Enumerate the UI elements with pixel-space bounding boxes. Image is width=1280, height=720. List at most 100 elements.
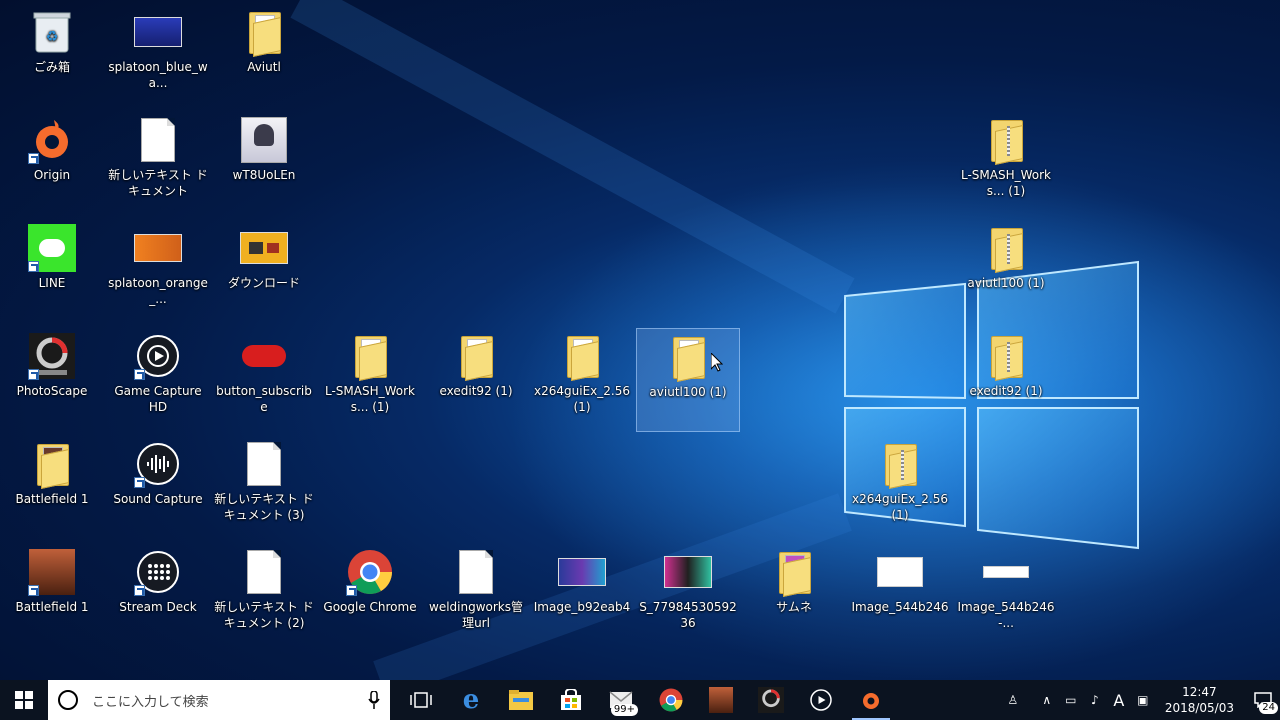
battlefield-image-icon (28, 548, 76, 596)
origin-icon (28, 116, 76, 164)
taskbar-store[interactable] (546, 680, 596, 720)
desktop-icon-exedit92-zip[interactable]: exedit92 (1) (954, 328, 1058, 432)
desktop-icon-label: 新しいテキスト ドキュメント (3) (214, 492, 314, 522)
svg-text:♻: ♻ (46, 29, 59, 45)
desktop-icon-aviutl-folder[interactable]: Aviutl (212, 4, 316, 108)
shortcut-arrow-icon (346, 585, 357, 596)
desktop-icon-new-text-doc-3[interactable]: 新しいテキスト ドキュメント (3) (212, 436, 316, 540)
microphone-icon[interactable] (368, 691, 380, 709)
taskbar-file-explorer[interactable] (496, 680, 546, 720)
desktop-icon-recycle-bin[interactable]: ♻ ごみ箱 (0, 4, 104, 108)
zip-folder-icon (982, 332, 1030, 381)
mouse-cursor-icon (711, 353, 723, 372)
taskbar-chrome[interactable] (646, 680, 696, 720)
desktop-icon-splatoon-blue[interactable]: splatoon_blue_wa... (106, 4, 210, 108)
desktop-icon-google-chrome[interactable]: Google Chrome (318, 544, 422, 648)
taskbar-edge[interactable]: e (446, 680, 496, 720)
desktop-icon-label: button_subscribe (216, 384, 312, 414)
taskbar-search-box[interactable]: ここに入力して検索 (48, 680, 390, 720)
text-document-icon (240, 548, 288, 596)
system-tray: ♙ ∧ ▭ ♪ A ▣ 12:47 2018/05/03 24 (1001, 680, 1280, 720)
desktop-icon-label: x264guiEx_2.56 (1) (852, 492, 948, 522)
line-app-icon (28, 224, 76, 272)
desktop-icon-exedit92-folder[interactable]: exedit92 (1) (424, 328, 528, 432)
clock-date: 2018/05/03 (1164, 701, 1234, 715)
desktop-icon-label: x264guiEx_2.56 (1) (534, 384, 630, 414)
desktop-icon-label: Origin (33, 168, 71, 182)
task-view-button[interactable] (396, 680, 446, 720)
desktop-icon-download[interactable]: ダウンロード (212, 220, 316, 324)
taskbar-origin[interactable] (846, 680, 896, 720)
desktop-icon-splatoon-orange[interactable]: splatoon_orange_... (106, 220, 210, 324)
text-document-icon (134, 116, 182, 164)
windows-logo-icon (15, 691, 33, 709)
desktop-icon-origin[interactable]: Origin (0, 112, 104, 216)
image-file-icon (558, 548, 606, 596)
file-explorer-icon (509, 690, 533, 710)
subscribe-image-icon (240, 332, 288, 380)
desktop-icon-photoscape[interactable]: PhotoScape (0, 328, 104, 432)
desktop-icon-wt8uolen[interactable]: wT8UoLEn (212, 112, 316, 216)
people-icon[interactable]: ♙ (1001, 693, 1025, 707)
image-file-icon (240, 224, 288, 272)
desktop-icon-label: L-SMASH_Works... (1) (324, 384, 415, 414)
desktop-icon-samune-folder[interactable]: サムネ (742, 544, 846, 648)
clock[interactable]: 12:47 2018/05/03 (1165, 684, 1234, 716)
desktop-icon-label: Google Chrome (323, 600, 417, 614)
desktop-icon-lsmash-zip[interactable]: L-SMASH_Works... (1) (954, 112, 1058, 216)
image-file-icon (134, 8, 182, 56)
desktop-icon-s-7798453059236[interactable]: S_7798453059236 (636, 544, 740, 648)
taskbar-game-capture[interactable] (796, 680, 846, 720)
desktop-icon-label: 新しいテキスト ドキュメント (108, 168, 208, 198)
desktop-icon-aviutl100-folder[interactable]: aviutl100 (1) (636, 328, 740, 432)
desktop-icon-label: aviutl100 (1) (649, 385, 727, 399)
shortcut-arrow-icon (28, 585, 39, 596)
action-center-button[interactable]: 24 (1246, 680, 1280, 720)
desktop-icon-label: weldingworks管理url (429, 600, 523, 630)
desktop-icon-x264guiex-folder[interactable]: x264guiEx_2.56 (1) (530, 328, 634, 432)
image-file-icon (134, 224, 182, 272)
desktop-icon-label: Image_544b246-... (957, 600, 1055, 630)
desktop-icon-image-544b246-copy[interactable]: Image_544b246-... (954, 544, 1058, 648)
desktop-icon-game-capture-hd[interactable]: Game Capture HD (106, 328, 210, 432)
network-icon[interactable]: ▭ (1059, 693, 1083, 707)
desktop-icon-label: Game Capture HD (114, 384, 202, 414)
taskbar-mail[interactable]: 99+ (596, 680, 646, 720)
action-app-icon[interactable]: ▣ (1131, 693, 1155, 707)
desktop-icon-label: S_7798453059236 (639, 600, 737, 630)
desktop-icon-sound-capture[interactable]: Sound Capture (106, 436, 210, 540)
desktop-icon-battlefield-shortcut[interactable]: Battlefield 1 (0, 544, 104, 648)
folder-icon (558, 332, 606, 381)
desktop-icon-aviutl100-zip[interactable]: aviutl100 (1) (954, 220, 1058, 324)
desktop-icon-label: exedit92 (1) (439, 384, 513, 398)
desktop-icon-new-text-doc[interactable]: 新しいテキスト ドキュメント (106, 112, 210, 216)
desktop-icon-x264guiex-zip[interactable]: x264guiEx_2.56 (1) (848, 436, 952, 540)
desktop-icon-line[interactable]: LINE (0, 220, 104, 324)
desktop-icon-label: Image_544b246 (851, 600, 949, 614)
search-placeholder: ここに入力して検索 (92, 694, 209, 710)
shortcut-arrow-icon (28, 261, 39, 272)
volume-icon[interactable]: ♪ (1083, 693, 1107, 707)
desktop-icon-label: L-SMASH_Works... (1) (960, 168, 1051, 198)
taskbar-battlefield[interactable] (696, 680, 746, 720)
folder-icon (770, 548, 818, 597)
desktop-icon-image-b92eab4[interactable]: Image_b92eab4 (530, 544, 634, 648)
desktop: ♻ ごみ箱 splatoon_blue_wa... Aviutl Origin … (0, 0, 1280, 680)
image-file-icon (240, 116, 288, 164)
cortana-circle-icon[interactable] (58, 690, 78, 710)
desktop-icon-button-subscribe[interactable]: button_subscribe (212, 328, 316, 432)
desktop-icon-image-544b246[interactable]: Image_544b246 (848, 544, 952, 648)
desktop-icon-weldingworks[interactable]: weldingworks管理url (424, 544, 528, 648)
edge-icon: e (462, 685, 480, 715)
taskbar-photoscape[interactable] (746, 680, 796, 720)
waveform-icon (134, 440, 182, 488)
desktop-icon-battlefield-folder[interactable]: Battlefield 1 (0, 436, 104, 540)
desktop-icon-new-text-doc-2[interactable]: 新しいテキスト ドキュメント (2) (212, 544, 316, 648)
start-button[interactable] (0, 680, 48, 720)
chevron-up-icon[interactable]: ∧ (1035, 693, 1059, 707)
ime-mode-indicator[interactable]: A (1107, 691, 1131, 710)
desktop-icon-lsmash-folder[interactable]: L-SMASH_Works... (1) (318, 328, 422, 432)
desktop-icon-label: splatoon_blue_wa... (108, 60, 208, 90)
desktop-icon-stream-deck[interactable]: Stream Deck (106, 544, 210, 648)
notification-count-badge: 24 (1259, 702, 1278, 714)
